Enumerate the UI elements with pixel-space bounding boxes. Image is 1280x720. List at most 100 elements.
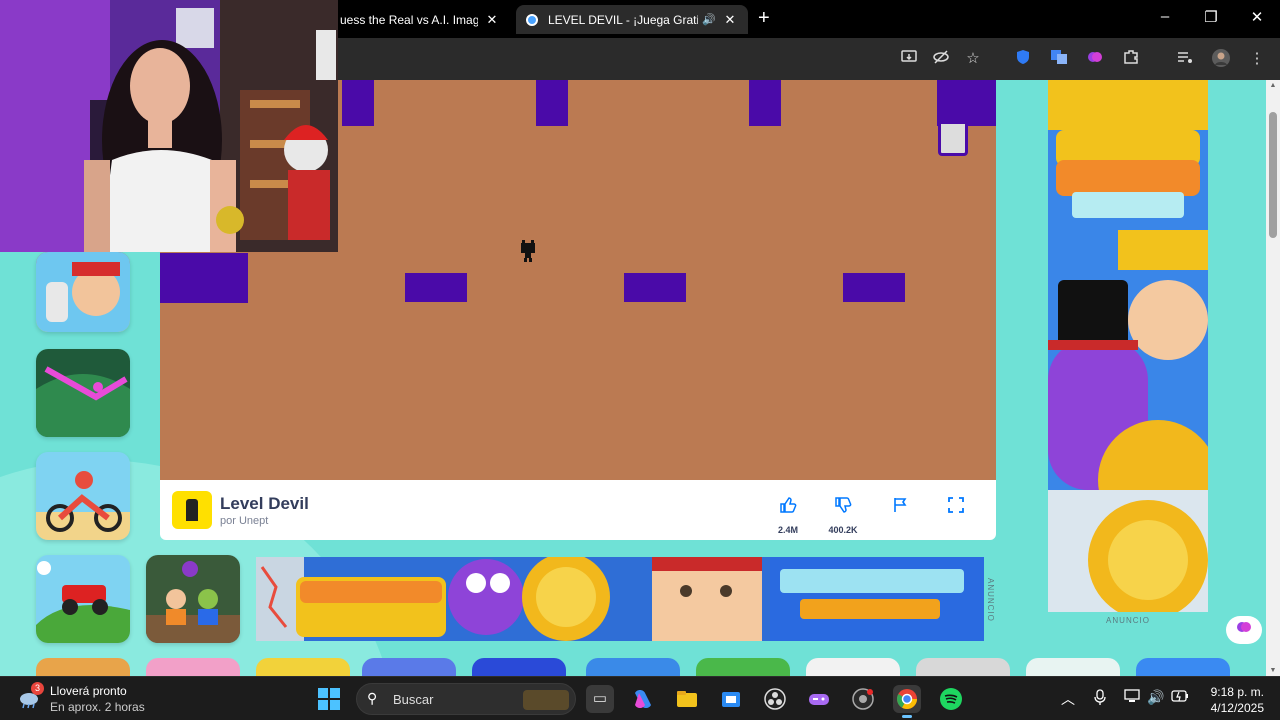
copilot-icon[interactable] — [629, 685, 657, 713]
game-thumbnail[interactable] — [1136, 658, 1230, 676]
game-thumbnail[interactable] — [1026, 658, 1120, 676]
game-thumbnail[interactable] — [586, 658, 680, 676]
ceiling-block — [749, 80, 781, 126]
chrome-icon[interactable] — [893, 685, 921, 718]
minimize-button[interactable]: – — [1150, 8, 1180, 25]
fullscreen-icon — [934, 496, 978, 519]
game-thumbnail[interactable] — [806, 658, 900, 676]
microphone-icon[interactable] — [1090, 689, 1110, 708]
floor-block — [160, 253, 248, 303]
clock-date: 4/12/2025 — [1210, 701, 1264, 715]
maximize-button[interactable]: ❐ — [1196, 8, 1226, 26]
game-info-bar: Level Devil por Unept 2.4M 400.2K — [160, 480, 996, 540]
star-icon[interactable]: ☆ — [962, 48, 984, 70]
taskbar-clock[interactable]: 9:18 p. m. 4/12/2025 — [1211, 684, 1264, 716]
ad-label: ANUNCIO — [1106, 616, 1150, 625]
tab-title: LEVEL DEVIL - ¡Juega Gratis — [548, 12, 699, 27]
scroll-thumb[interactable] — [1269, 112, 1277, 238]
taskbar: 3 Lloverá pronto En aprox. 2 horas ⚲ Bus… — [0, 676, 1280, 720]
spotify-icon[interactable] — [937, 685, 965, 713]
shield-extension-icon[interactable] — [1012, 48, 1034, 70]
tab-guess-real-vs-ai[interactable]: uess the Real vs A.I. Image ✕ — [330, 5, 510, 34]
puzzle-icon[interactable] — [1120, 48, 1142, 70]
close-icon[interactable]: ✕ — [722, 12, 738, 28]
weather-title[interactable]: Lloverá pronto — [50, 684, 127, 698]
new-tab-button[interactable]: + — [758, 8, 770, 28]
volume-icon[interactable]: 🔊 — [1146, 689, 1166, 706]
profile-avatar[interactable] — [1210, 48, 1232, 70]
tab-level-devil[interactable]: LEVEL DEVIL - ¡Juega Gratis 🔊 ✕ — [516, 5, 748, 34]
thumbs-up-icon — [766, 496, 810, 519]
game-thumbnail[interactable] — [472, 658, 566, 676]
scroll-up-icon[interactable]: ▲ — [1268, 82, 1278, 89]
floor-block — [624, 273, 686, 302]
clock-time: 9:18 p. m. — [1210, 685, 1264, 699]
search-icon: ⚲ — [367, 690, 378, 706]
dislike-count: 400.2K — [828, 525, 858, 535]
media-icon[interactable] — [1174, 48, 1196, 70]
ad-side-artwork — [1048, 80, 1208, 612]
game-thumbnail[interactable] — [146, 658, 240, 676]
gamepad-icon[interactable] — [805, 685, 833, 713]
ad-banner[interactable] — [256, 557, 984, 641]
weather-subtitle[interactable]: En aprox. 2 horas — [50, 700, 145, 714]
like-button[interactable]: 2.4M — [766, 496, 810, 535]
eye-off-icon[interactable] — [930, 48, 952, 70]
flag-icon — [878, 496, 922, 519]
floor-block — [843, 273, 905, 302]
ad-label: ANUNCIO — [986, 578, 995, 622]
file-explorer-icon[interactable] — [673, 685, 701, 713]
search-placeholder: Buscar — [393, 692, 434, 707]
game-thumbnail[interactable] — [256, 658, 350, 676]
game-thumbnail[interactable] — [916, 658, 1010, 676]
player-character — [521, 240, 535, 262]
webcam-feed — [0, 0, 338, 252]
game-thumbnail-rolling-ball[interactable] — [36, 349, 130, 437]
menu-dots-icon[interactable]: ⋮ — [1246, 48, 1268, 70]
davinci-resolve-icon[interactable] — [849, 685, 877, 713]
scrollbar[interactable]: ▲ ▼ — [1266, 80, 1280, 676]
store-icon[interactable] — [717, 685, 745, 713]
brain-extension-icon[interactable] — [1226, 616, 1262, 644]
favicon-icon — [526, 13, 538, 26]
tray-chevron-up-icon[interactable]: ︿ — [1058, 689, 1078, 709]
weather-badge: 3 — [31, 682, 44, 695]
scroll-down-icon[interactable]: ▼ — [1268, 667, 1278, 674]
floor-block — [405, 273, 467, 302]
obs-icon[interactable] — [761, 685, 789, 713]
brain-extension-icon[interactable] — [1084, 48, 1106, 70]
exit-door — [938, 124, 968, 156]
network-icon[interactable] — [1122, 689, 1142, 706]
dislike-button[interactable]: 400.2K — [821, 496, 865, 535]
tab-title: uess the Real vs A.I. Image — [340, 12, 478, 27]
translate-extension-icon[interactable] — [1048, 48, 1070, 70]
task-view-icon[interactable]: ▭ — [586, 685, 614, 713]
game-thumbnail-moto-x3m[interactable] — [36, 452, 130, 540]
ad-banner-artwork — [256, 557, 984, 641]
ceiling-block — [937, 80, 996, 126]
taskbar-search[interactable]: ⚲ Buscar — [356, 683, 576, 715]
search-highlight-image — [523, 690, 569, 710]
game-logo — [172, 491, 212, 529]
speaker-icon[interactable]: 🔊 — [702, 13, 716, 26]
like-count: 2.4M — [777, 525, 798, 535]
game-thumbnail-hill-climb[interactable] — [36, 555, 130, 643]
game-thumbnail[interactable] — [696, 658, 790, 676]
battery-icon[interactable] — [1170, 689, 1190, 705]
fullscreen-button[interactable] — [934, 496, 978, 519]
game-thumbnail[interactable] — [36, 658, 130, 676]
thumbs-down-icon — [821, 496, 865, 519]
windows-start-icon[interactable] — [318, 688, 340, 710]
game-thumbnail-subway-surfers[interactable] — [36, 252, 130, 332]
game-title: Level Devil — [220, 494, 309, 513]
game-thumbnail[interactable] — [362, 658, 456, 676]
game-thumbnail-zombie-duo[interactable] — [146, 555, 240, 643]
webcam-overlay — [0, 0, 338, 252]
ceiling-block — [536, 80, 568, 126]
ad-side[interactable] — [1048, 80, 1208, 612]
close-window-button[interactable]: ✕ — [1242, 8, 1272, 26]
close-icon[interactable]: ✕ — [484, 12, 500, 28]
report-button[interactable] — [878, 496, 922, 519]
install-app-icon[interactable] — [898, 48, 920, 70]
game-author: por Unept — [220, 515, 269, 527]
